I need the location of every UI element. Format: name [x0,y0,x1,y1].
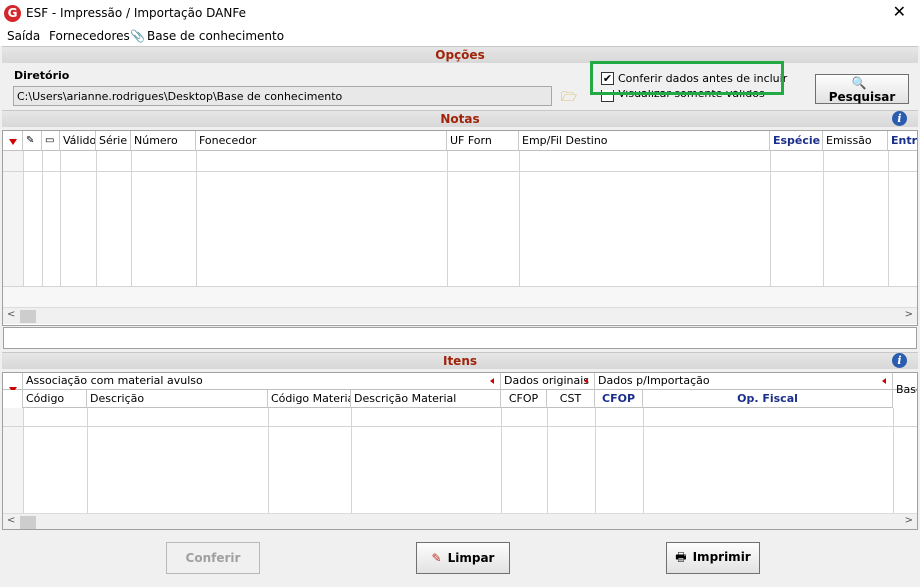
itens-grid-header: Código Descrição Código Material Descriç… [3,390,893,408]
col-entrada[interactable]: Entra [888,131,917,151]
collapse-left-icon[interactable] [584,378,588,384]
itens-row-gutter [3,408,23,513]
itens-sort-cell[interactable] [3,373,23,390]
scroll-left-icon[interactable]: < [7,309,15,320]
notas-sort-cell[interactable] [3,131,23,151]
sort-marker-icon [9,139,17,145]
col-uf-forn[interactable]: UF Forn [447,131,519,151]
collapse-left-icon[interactable] [490,378,494,384]
col-cfop-importacao[interactable]: CFOP [595,390,643,408]
confer-checkbox[interactable]: ✔ [601,71,614,85]
valid-checkbox-label: Visualizar somente válidos [618,90,765,100]
col-valido[interactable]: Válido [60,131,96,151]
menu-fornecedores[interactable]: Fornecedores [49,29,130,43]
itens-grid[interactable]: Associação com material avulso Dados ori… [2,372,918,530]
notas-doc-icon: ▭ [42,131,60,151]
folder-open-icon[interactable]: 🗁 [561,88,577,110]
clear-icon: ✎ [431,551,442,565]
notas-info-icon[interactable]: i [892,111,907,126]
clear-button[interactable]: ✎ Limpar [416,542,510,574]
print-button[interactable]: 🖶 Imprimir [666,542,760,574]
notas-grid[interactable]: ✎ ▭ Válido Série Número Fonecedor UF For… [2,130,918,326]
group-associacao[interactable]: Associação com material avulso [23,373,501,390]
scroll-left-icon[interactable]: < [7,515,15,526]
col-cfop-original[interactable]: CFOP [501,390,547,408]
search-icon: 🔍 [851,76,867,90]
notas-footer-row [3,287,917,307]
notas-clip-icon: ✎ [23,131,42,151]
menu-saida[interactable]: Saída [7,29,40,43]
scroll-right-icon[interactable]: > [905,309,913,320]
scroll-thumb[interactable] [20,516,36,529]
col-numero[interactable]: Número [131,131,196,151]
search-button-label: Pesquisar [828,90,896,104]
valid-checkbox-row[interactable]: Visualizar somente válidos [601,90,765,103]
itens-info-icon[interactable]: i [892,353,907,368]
menu-base-conhecimento[interactable]: Base de conhecimento [147,29,284,43]
notas-grid-header: ✎ ▭ Válido Série Número Fonecedor UF For… [3,131,917,151]
close-button[interactable]: ✕ [893,3,906,21]
col-descricao-material[interactable]: Descrição Material [351,390,501,408]
window-title: ESF - Impressão / Importação DANFe [26,6,246,20]
col-op-fiscal[interactable]: Op. Fiscal [643,390,893,408]
options-section-title: Opções [2,46,918,63]
itens-section-title: Itens [2,352,918,369]
group-dados-originais[interactable]: Dados originais [501,373,595,390]
col-descricao[interactable]: Descrição [87,390,268,408]
itens-group-header: Associação com material avulso Dados ori… [3,373,917,396]
notas-section-title: Notas [2,110,918,127]
notas-hscrollbar[interactable]: < > [3,307,917,324]
group-base[interactable]: Base [893,373,917,408]
col-fornecedor[interactable]: Fonecedor [196,131,447,151]
scroll-right-icon[interactable]: > [905,515,913,526]
print-button-label: Imprimir [692,549,751,564]
clear-button-label: Limpar [447,551,495,565]
col-emissao[interactable]: Emissão [823,131,888,151]
printer-icon: 🖶 [675,549,687,564]
collapse-left-icon[interactable] [882,378,886,384]
app-logo-icon: G [4,5,21,22]
attach-icon: 📎 [130,29,145,43]
col-especie[interactable]: Espécie [770,131,823,151]
scroll-thumb[interactable] [20,310,36,323]
confer-checkbox-row[interactable]: ✔ Conferir dados antes de incluir [601,71,787,87]
valid-checkbox[interactable] [601,90,614,102]
col-emp-fil-destino[interactable]: Emp/Fil Destino [519,131,770,151]
itens-hscrollbar[interactable]: < > [3,513,917,529]
confer-checkbox-label: Conferir dados antes de incluir [618,71,788,85]
confer-button[interactable]: Conferir [166,542,260,574]
group-dados-importacao[interactable]: Dados p/Importação [595,373,893,390]
directory-label: Diretório [14,69,70,82]
col-cst[interactable]: CST [547,390,595,408]
search-button[interactable]: 🔍Pesquisar [815,74,909,104]
message-field[interactable] [3,327,917,349]
col-codigo[interactable]: Código [23,390,87,408]
col-serie[interactable]: Série [96,131,131,151]
col-codigo-material[interactable]: Código Material [268,390,351,408]
directory-input[interactable] [13,86,552,106]
